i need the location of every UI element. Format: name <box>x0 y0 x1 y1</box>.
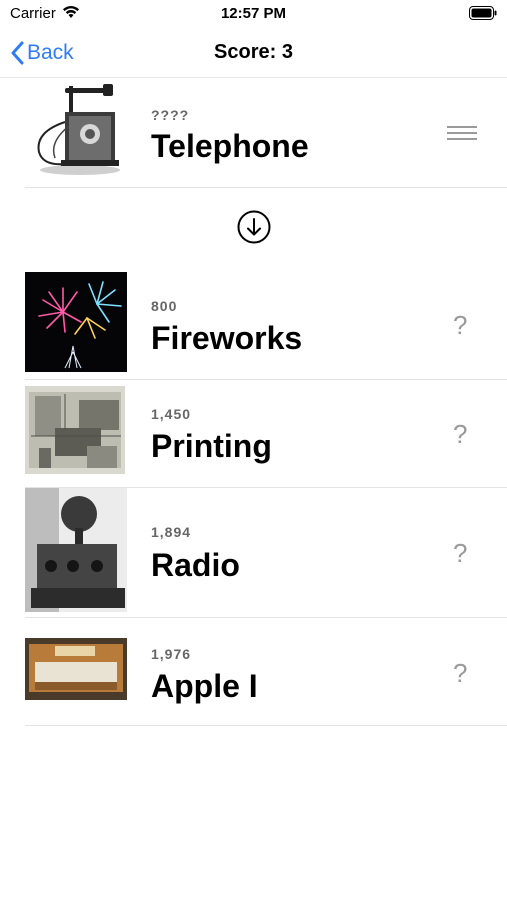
apple-i-image <box>25 638 127 705</box>
printing-image <box>25 386 125 479</box>
row-year: 800 <box>151 298 178 314</box>
unknown-indicator: ? <box>453 310 468 340</box>
row-year: 1,894 <box>151 524 192 540</box>
timeline-row[interactable]: 1,450 Printing ? <box>25 380 507 487</box>
separator <box>25 725 507 726</box>
status-bar: Carrier 12:57 PM <box>0 0 507 28</box>
row-name: Apple I <box>151 668 258 704</box>
telephone-image <box>25 82 125 183</box>
timeline-row[interactable]: 1,976 Apple I ? <box>25 618 507 724</box>
battery-icon <box>469 6 497 25</box>
card-year: ???? <box>151 107 190 123</box>
row-name: Printing <box>151 428 272 464</box>
score-title: Score: 3 <box>214 41 293 63</box>
row-year: 1,976 <box>151 646 192 662</box>
arrow-down-circle-icon <box>236 209 272 245</box>
unknown-indicator: ? <box>453 538 468 568</box>
radio-image <box>25 488 127 617</box>
status-time: 12:57 PM <box>220 5 287 22</box>
current-card[interactable]: ???? Telephone <box>25 80 507 186</box>
row-name: Radio <box>151 547 240 583</box>
navigation-bar: Back Score: 3 <box>0 28 507 78</box>
separator <box>25 187 507 188</box>
unknown-indicator: ? <box>453 658 468 688</box>
row-name: Fireworks <box>151 320 303 356</box>
fireworks-image <box>25 272 127 377</box>
timeline-row[interactable]: 1,894 Radio ? <box>25 488 507 616</box>
card-name: Telephone <box>151 128 309 164</box>
row-year: 1,450 <box>151 406 192 422</box>
drag-handle-icon[interactable] <box>447 126 477 144</box>
unknown-indicator: ? <box>453 419 468 449</box>
timeline-row[interactable]: 800 Fireworks ? <box>25 270 507 378</box>
